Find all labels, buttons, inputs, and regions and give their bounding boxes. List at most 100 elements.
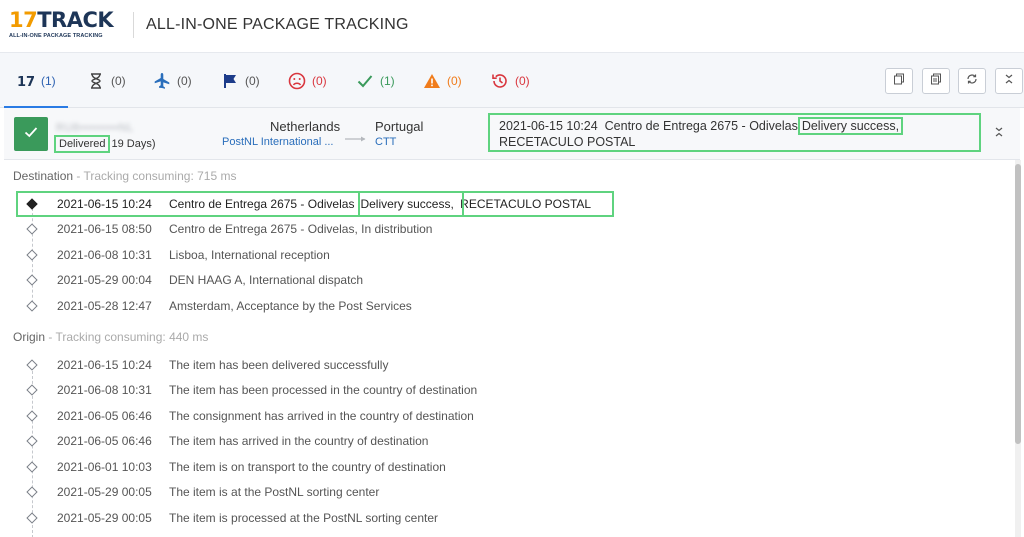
status-filter-bar: 17 (1) (0) (0) (0) (0) (1) (0) (0) [0, 52, 1024, 108]
event-description: The item has been processed in the count… [169, 383, 478, 397]
page-title: ALL-IN-ONE PACKAGE TRACKING [146, 16, 409, 33]
destination-country: Portugal [375, 119, 424, 134]
tracking-consuming: - Tracking consuming: 440 ms [48, 330, 209, 344]
timeline-event: 2021-06-08 10:31 The item has been proce… [4, 379, 1004, 403]
timeline-node [26, 249, 38, 261]
vertical-scrollbar[interactable] [1015, 160, 1021, 537]
timeline-event: 2021-05-28 12:47 Amsterdam, Acceptance b… [4, 295, 1004, 319]
transit-duration: 19 Days) [111, 138, 156, 150]
event-time: 2021-05-29 00:04 [57, 273, 152, 287]
refresh-button[interactable] [958, 68, 986, 94]
copy-all-icon [930, 72, 942, 90]
event-description: The item is at the PostNL sorting center [169, 485, 380, 499]
timeline-node [26, 461, 38, 473]
tab-alert[interactable]: (0) [423, 67, 462, 95]
tracking-consuming: - Tracking consuming: 715 ms [76, 169, 237, 183]
timeline-event: 2021-05-29 00:04 DEN HAAG A, Internation… [4, 269, 1004, 293]
tab-count: (0) [177, 74, 192, 88]
timeline-event: 2021-06-01 10:03 The item is on transpor… [4, 456, 1004, 480]
logo-number: 17 [9, 8, 38, 32]
origin-carrier-link[interactable]: PostNL International ... [222, 136, 334, 148]
event-time: 2021-06-05 06:46 [57, 409, 152, 423]
hourglass-icon [87, 72, 105, 90]
timeline-event: 2021-06-08 10:31 Lisboa, International r… [4, 244, 1004, 268]
tab-count: (0) [515, 74, 530, 88]
svg-text:17: 17 [17, 75, 35, 88]
refresh-icon [966, 72, 978, 90]
timeline-node [26, 410, 38, 422]
tracking-number-text: RU8•••••••••NL [56, 122, 134, 134]
event-description: Amsterdam, Acceptance by the Post Servic… [169, 299, 412, 313]
tab-undelivered[interactable]: (0) [288, 67, 327, 95]
event-description: The item has arrived in the country of d… [169, 434, 429, 448]
arrow-right-icon [345, 129, 367, 142]
section-label: Destination [13, 169, 74, 183]
timeline-node [26, 300, 38, 312]
17track-logo-icon: 17 [17, 72, 35, 90]
tab-expired[interactable]: (0) [491, 67, 530, 95]
collapse-button[interactable] [992, 124, 1006, 144]
status-badge: Delivered [54, 135, 111, 153]
latest-event: 2021-06-15 10:24 Centro de Entrega 2675 … [488, 113, 981, 152]
tab-count: (0) [245, 74, 260, 88]
checkmark-icon [356, 72, 374, 90]
highlight-status [358, 191, 464, 217]
timeline-node [26, 223, 38, 235]
tab-delivered[interactable]: (1) [356, 67, 395, 95]
expand-collapse-button[interactable] [995, 68, 1023, 94]
timeline-node [26, 486, 38, 498]
tracking-number[interactable]: RU8•••••••••NL [56, 118, 152, 134]
tab-count: (0) [111, 74, 126, 88]
timeline-node [26, 359, 38, 371]
tab-count: (1) [380, 74, 395, 88]
delivered-status-icon [14, 117, 48, 151]
app-header: 17TRACK ALL-IN-ONE PACKAGE TRACKING ALL-… [0, 0, 1024, 52]
event-time: 2021-06-08 10:31 [57, 383, 152, 397]
event-time: 2021-06-05 06:46 [57, 434, 152, 448]
expand-collapse-icon [1004, 72, 1014, 90]
destination-section-header: Destination - Tracking consuming: 715 ms [13, 169, 236, 183]
timeline-node [26, 384, 38, 396]
event-description: DEN HAAG A, International dispatch [169, 273, 364, 287]
event-time: 2021-05-29 00:05 [57, 485, 152, 499]
origin-country: Netherlands [270, 119, 341, 134]
event-description: The consignment has arrived in the count… [169, 409, 474, 423]
17track-logo[interactable]: 17TRACK ALL-IN-ONE PACKAGE TRACKING [9, 9, 121, 43]
event-time: 2021-06-15 10:24 [57, 358, 152, 372]
package-summary-row[interactable]: RU8•••••••••NL Delivered 19 Days) Nether… [4, 108, 1020, 160]
tracking-detail-panel: Destination - Tracking consuming: 715 ms… [4, 160, 1020, 537]
section-label: Origin [13, 330, 46, 344]
highlight-box [16, 191, 614, 217]
airplane-icon [153, 72, 171, 90]
timeline-event: 2021-06-15 08:50 Centro de Entrega 2675 … [4, 218, 1004, 242]
event-time: 2021-06-08 10:31 [57, 248, 152, 262]
tab-count: (1) [41, 74, 56, 88]
event-description: The item is processed at the PostNL sort… [169, 511, 439, 525]
tab-pick-up[interactable]: (0) [221, 67, 260, 95]
copy-button[interactable] [885, 68, 913, 94]
timeline-node [26, 274, 38, 286]
collapse-icon [994, 125, 1004, 143]
latest-event-detail: RECETACULO POSTAL [499, 135, 636, 149]
latest-event-place: Centro de Entrega 2675 - Odivelas [604, 119, 798, 133]
event-description: The item is on transport to the country … [169, 460, 446, 474]
event-time: 2021-06-15 08:50 [57, 222, 152, 236]
event-description: Lisboa, International reception [169, 248, 330, 262]
scrollbar-thumb[interactable] [1015, 164, 1021, 444]
latest-event-status: Delivery success, [797, 117, 904, 135]
tab-in-transit[interactable]: (0) [153, 67, 192, 95]
warning-icon [423, 72, 441, 90]
timeline-event: 2021-06-15 10:24 The item has been deliv… [4, 354, 1004, 378]
checkmark-icon [24, 125, 38, 143]
tab-all[interactable]: 17 (1) [17, 67, 56, 95]
latest-event-time: 2021-06-15 10:24 [499, 119, 598, 133]
destination-carrier-link[interactable]: CTT [375, 136, 396, 148]
timeline-event: 2021-06-05 06:46 The item has arrived in… [4, 430, 1004, 454]
tab-not-found[interactable]: (0) [87, 67, 126, 95]
tab-count: (0) [312, 74, 327, 88]
event-time: 2021-05-29 00:05 [57, 511, 152, 525]
event-time: 2021-05-28 12:47 [57, 299, 152, 313]
event-description: Centro de Entrega 2675 - Odivelas, In di… [169, 222, 433, 236]
event-time: 2021-06-01 10:03 [57, 460, 152, 474]
copy-all-button[interactable] [922, 68, 950, 94]
